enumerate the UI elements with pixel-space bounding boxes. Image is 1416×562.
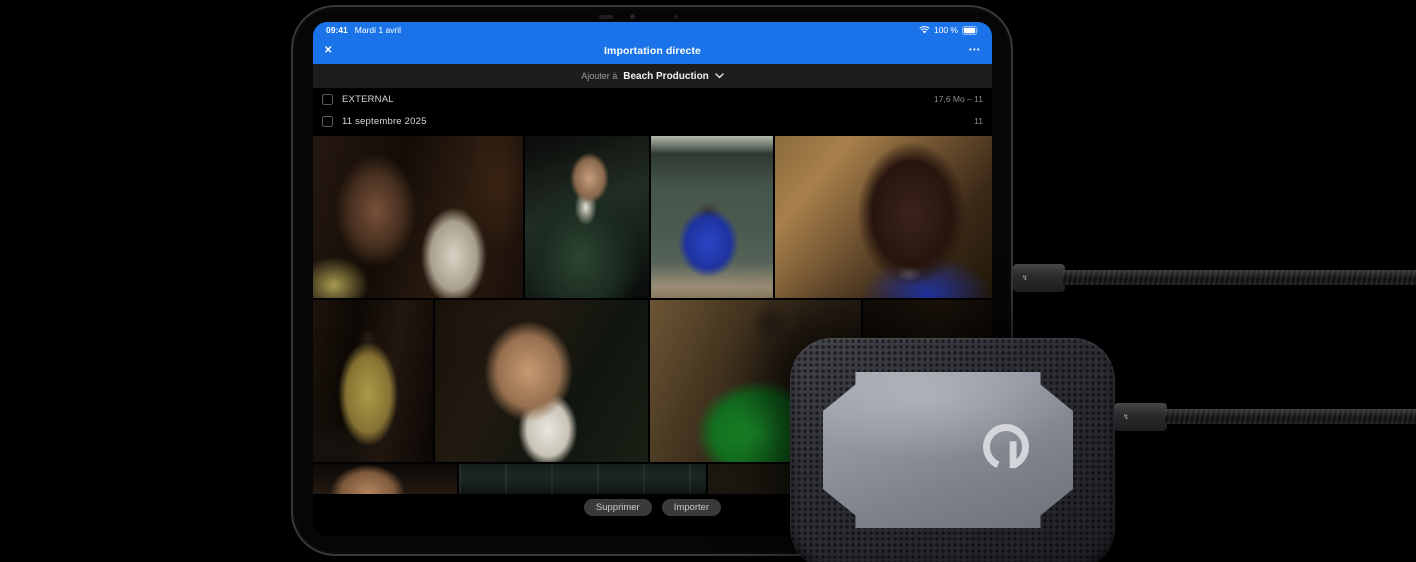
- checkbox-external[interactable]: [322, 93, 333, 105]
- g-drive-logo-icon: [980, 420, 1032, 474]
- braided-cable-tablet: [1063, 270, 1416, 285]
- source-label: EXTERNAL: [342, 93, 394, 105]
- delete-button[interactable]: Supprimer: [583, 499, 652, 516]
- usb-c-connector-tablet: ↯: [1013, 264, 1065, 292]
- photo-thumbnail-r3p2[interactable]: [458, 464, 706, 494]
- photo-thumbnail-r1p3[interactable]: [650, 136, 774, 298]
- status-time: 09:41: [326, 25, 348, 35]
- chevron-down-icon: [715, 73, 724, 79]
- status-date: Mardi 1 avril: [354, 25, 402, 35]
- page-title: Importation directe: [604, 45, 701, 57]
- photo-thumbnail-r2p2[interactable]: [434, 300, 649, 462]
- source-row-external: EXTERNAL 17,6 Mo – 11: [313, 88, 992, 110]
- front-camera-icon: [630, 14, 635, 19]
- photo-thumbnail-r2p1[interactable]: [313, 300, 433, 462]
- usb-c-connector-ssd: ↯: [1114, 403, 1167, 431]
- close-icon[interactable]: ✕: [324, 45, 332, 56]
- photo-thumbnail-r1p2[interactable]: [524, 136, 649, 298]
- thunderbolt-icon: ↯: [1022, 275, 1028, 282]
- photo-grid-row: [313, 136, 992, 298]
- app-header: 09:41 Mardi 1 avril 100 % ✕ Importation …: [313, 22, 992, 64]
- add-to-label: Ajouter à: [581, 71, 618, 81]
- scene: 09:41 Mardi 1 avril 100 % ✕ Importation …: [0, 0, 1416, 562]
- battery-icon: [962, 25, 979, 35]
- photo-thumbnail-r3p1[interactable]: [313, 464, 457, 494]
- import-button[interactable]: Importer: [661, 499, 722, 516]
- checkbox-date-group[interactable]: [322, 115, 333, 127]
- battery-percent: 100 %: [933, 25, 958, 35]
- album-selector-value[interactable]: Beach Production: [623, 71, 709, 82]
- add-to-bar[interactable]: Ajouter à Beach Production: [313, 64, 992, 88]
- external-ssd-drive: [790, 338, 1115, 562]
- front-camera-pill: [599, 15, 613, 19]
- source-meta: 17,6 Mo – 11: [934, 94, 983, 104]
- thunderbolt-icon: ↯: [1123, 414, 1129, 421]
- wifi-icon: [919, 26, 930, 34]
- more-options-icon[interactable]: •••: [969, 47, 981, 54]
- photo-thumbnail-r1p1[interactable]: [313, 136, 523, 298]
- source-label: 11 septembre 2025: [342, 115, 427, 127]
- status-bar: 09:41 Mardi 1 avril 100 %: [313, 25, 992, 35]
- source-row-date: 11 septembre 2025 11: [313, 110, 992, 132]
- braided-cable-ssd: [1165, 409, 1416, 424]
- microphone-dot: [674, 15, 678, 19]
- source-meta: 11: [974, 116, 983, 126]
- ssd-metal-plate: [823, 372, 1073, 528]
- photo-thumbnail-r1p4[interactable]: [775, 136, 992, 298]
- title-row: ✕ Importation directe •••: [313, 45, 992, 59]
